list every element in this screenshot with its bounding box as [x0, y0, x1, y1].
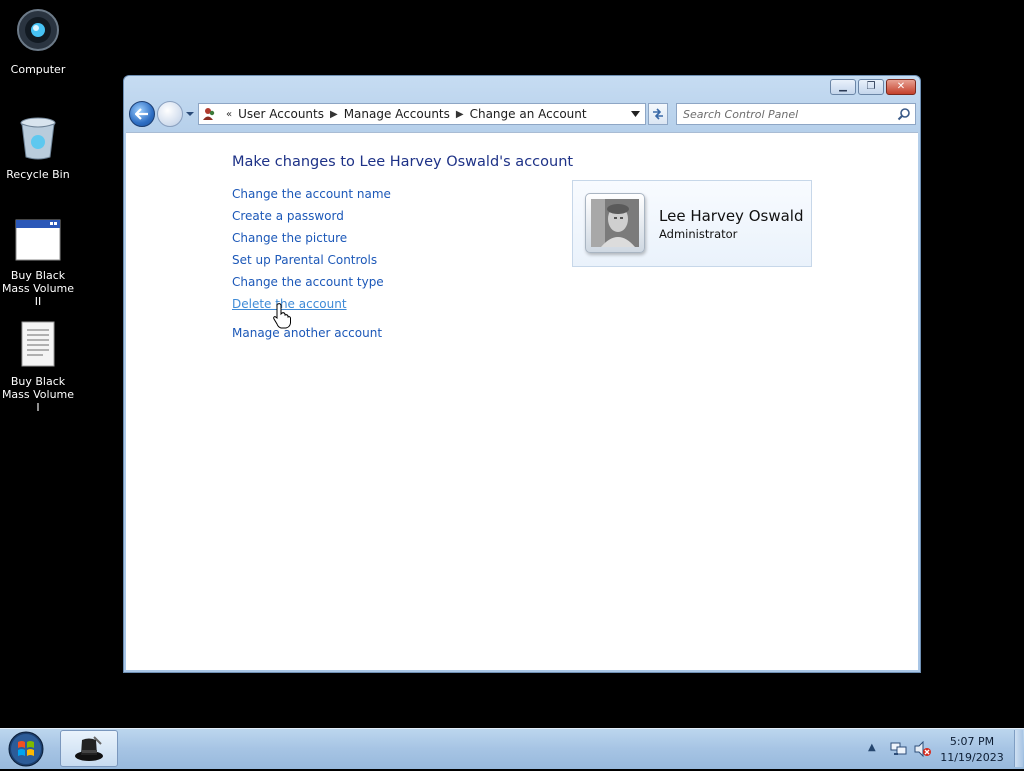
delete-account-link[interactable]: Delete the account [232, 297, 391, 319]
search-box[interactable] [676, 103, 916, 125]
desktop-icon-label: Recycle Bin [6, 168, 70, 181]
desktop-icon-buy-black-mass-1[interactable]: Buy Black Mass Volume I [0, 320, 76, 414]
manage-another-account-link[interactable]: Manage another account [232, 326, 391, 348]
clock-date: 11/19/2023 [940, 751, 1004, 764]
desktop-icon-label: Buy Black Mass Volume II [1, 269, 75, 308]
start-button[interactable] [5, 730, 47, 768]
forward-button[interactable] [157, 101, 183, 127]
page-title: Make changes to Lee Harvey Oswald's acco… [232, 154, 574, 170]
avatar [585, 193, 645, 253]
content-pane: Make changes to Lee Harvey Oswald's acco… [126, 132, 918, 670]
close-icon: ✕ [896, 81, 906, 92]
desktop-icon-buy-black-mass-2[interactable]: Buy Black Mass Volume II [0, 218, 76, 308]
desktop-icon-recycle-bin[interactable]: Recycle Bin [0, 115, 76, 181]
desktop-icon-label: Computer [10, 63, 66, 76]
navigation-bar: « User Accounts ▶ Manage Accounts ▶ Chan… [128, 100, 916, 128]
search-input[interactable] [683, 105, 883, 123]
control-panel-window: ▁ ❐ ✕ « User Accounts ▶ Manage Accounts [123, 75, 921, 673]
refresh-button[interactable] [648, 103, 668, 125]
back-arrow-icon [135, 108, 148, 120]
close-button[interactable]: ✕ [886, 79, 916, 95]
user-photo [591, 199, 639, 247]
breadcrumb-change-an-account[interactable]: Change an Account [470, 107, 587, 121]
network-icon[interactable] [890, 741, 908, 757]
top-hat-icon [75, 735, 103, 761]
minimize-button[interactable]: ▁ [830, 79, 856, 95]
show-desktop-button[interactable] [1014, 730, 1023, 767]
clock-time: 5:07 PM [949, 735, 995, 748]
restore-icon: ❐ [866, 81, 876, 92]
chevron-down-icon [186, 112, 194, 116]
breadcrumb-overflow-icon[interactable]: « [226, 109, 232, 120]
volume-muted-icon[interactable] [914, 741, 932, 757]
user-accounts-icon [203, 108, 215, 120]
task-list: Change the account name Create a passwor… [232, 187, 391, 348]
desktop-icon-computer[interactable]: Computer [0, 8, 76, 76]
create-password-link[interactable]: Create a password [232, 209, 391, 231]
window-app-icon [0, 218, 76, 265]
taskbar: ▲ 5:07 PM 11/19/2023 [0, 728, 1024, 769]
account-type: Administrator [659, 227, 738, 241]
recycle-bin-icon [0, 115, 76, 164]
refresh-icon [653, 108, 663, 120]
window-controls: ▁ ❐ ✕ [830, 79, 916, 95]
parental-controls-link[interactable]: Set up Parental Controls [232, 253, 391, 275]
hand-cursor-icon [273, 303, 291, 329]
clock[interactable]: 5:07 PM 11/19/2023 [936, 734, 1008, 766]
back-button[interactable] [129, 101, 155, 127]
windows-orb-icon [8, 731, 44, 767]
show-hidden-icons-button[interactable]: ▲ [868, 742, 876, 753]
breadcrumb-manage-accounts[interactable]: Manage Accounts [344, 107, 450, 121]
account-card: Lee Harvey Oswald Administrator [572, 180, 812, 267]
change-account-type-link[interactable]: Change the account type [232, 275, 391, 297]
search-icon[interactable] [897, 107, 911, 121]
maximize-button[interactable]: ❐ [858, 79, 884, 95]
breadcrumb-user-accounts[interactable]: User Accounts [238, 107, 324, 121]
address-bar[interactable]: « User Accounts ▶ Manage Accounts ▶ Chan… [198, 103, 646, 125]
minimize-icon: ▁ [839, 81, 847, 92]
desktop-icon-label: Buy Black Mass Volume I [1, 375, 75, 414]
taskbar-app-control-panel[interactable] [60, 730, 118, 767]
computer-icon [0, 8, 76, 59]
change-picture-link[interactable]: Change the picture [232, 231, 391, 253]
account-name: Lee Harvey Oswald [659, 207, 804, 225]
breadcrumb-separator-icon[interactable]: ▶ [456, 109, 464, 120]
recent-pages-button[interactable] [185, 108, 195, 120]
document-icon [0, 320, 76, 371]
address-dropdown-icon[interactable] [631, 110, 640, 118]
change-account-name-link[interactable]: Change the account name [232, 187, 391, 209]
breadcrumb-separator-icon[interactable]: ▶ [330, 109, 338, 120]
